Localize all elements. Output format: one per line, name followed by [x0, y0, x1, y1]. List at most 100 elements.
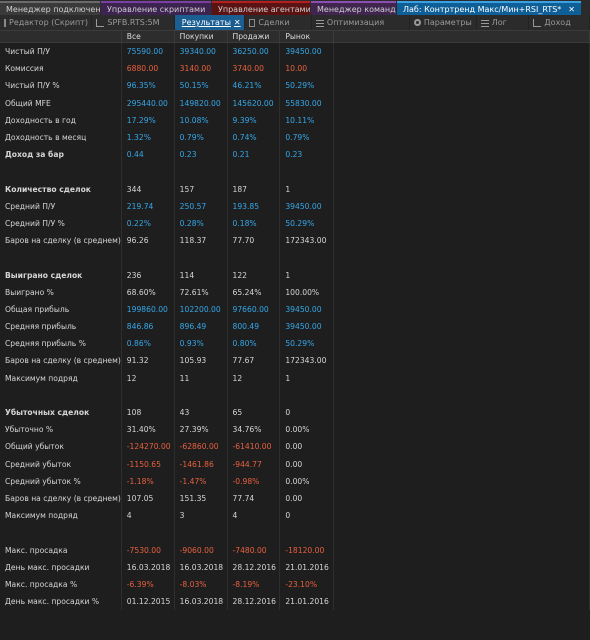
value-cell: 100.00%: [279, 283, 335, 301]
tab-results[interactable]: Результаты ✕: [174, 15, 245, 30]
table-row[interactable]: Максимум подряд 12 11 12 1: [0, 369, 590, 387]
table-row[interactable]: Общий убыток -124270.00 -62860.00 -61410.00…: [0, 438, 590, 456]
column-header-1[interactable]: Все: [121, 31, 175, 43]
value-cell: 39450.00: [279, 42, 335, 61]
table-row[interactable]: Средний П/У 219.74 250.57 193.85 39450.00: [0, 197, 590, 215]
table-row[interactable]: Чистый П/У 75590.00 39340.00 36250.00 39450.…: [0, 42, 590, 61]
close-icon[interactable]: ✕: [234, 15, 241, 30]
value-cell: -944.77: [227, 455, 281, 473]
value-cell: 149820.00: [174, 94, 228, 112]
tab-parameters[interactable]: Параметры: [410, 15, 476, 30]
table-row[interactable]: Чистый П/У % 96.35% 50.15% 46.21% 50.29%: [0, 77, 590, 95]
filler-cell: [333, 369, 590, 387]
table-row[interactable]: Средний убыток -1150.65 -1461.86 -944.77 0.0…: [0, 455, 590, 473]
table-row[interactable]: Количество сделок 344 157 187 1: [0, 180, 590, 198]
table-row[interactable]: Выиграно сделок 236 114 122 1: [0, 266, 590, 284]
empty-cell: [333, 163, 590, 181]
row-label: Средняя прибыль: [0, 318, 122, 336]
table-row[interactable]: Средняя прибыль % 0.86% 0.93% 0.80% 50.29%: [0, 335, 590, 353]
empty-cell: [279, 524, 335, 542]
table-row[interactable]: [0, 524, 590, 542]
empty-cell: [0, 386, 122, 404]
value-cell: 9.39%: [227, 111, 281, 129]
results-table-container[interactable]: Все Покупки Продажи Рынок Чистый П/У 75590.0…: [0, 31, 590, 640]
empty-cell: [279, 249, 335, 267]
table-row[interactable]: Общая прибыль 199860.00 102200.00 97660.00 3…: [0, 300, 590, 318]
value-cell: -62860.00: [174, 438, 228, 456]
column-header-2[interactable]: Покупки: [174, 31, 228, 43]
column-header-4[interactable]: Рынок: [279, 31, 335, 43]
close-icon[interactable]: ✕: [568, 3, 575, 15]
value-cell: 344: [121, 180, 175, 198]
filler-cell: [333, 180, 590, 198]
value-cell: 0.79%: [174, 128, 228, 147]
column-header-3[interactable]: Продажи: [227, 31, 281, 43]
value-cell: 16.03.2018: [121, 558, 175, 576]
row-label: Максимум подряд: [0, 369, 122, 387]
table-row[interactable]: Баров на сделку (в среднем) 91.32 105.93 77…: [0, 352, 590, 370]
table-row[interactable]: Доходность в месяц 1.32% 0.79% 0.74% 0.79%: [0, 128, 590, 147]
empty-cell: [0, 249, 122, 267]
window-tab-0[interactable]: Менеджер подключений: [0, 1, 100, 15]
table-row[interactable]: Макс. просадка -7530.00 -9060.00 -7480.00 -1…: [0, 541, 590, 559]
column-header-filler: [333, 31, 590, 43]
gear-icon: [414, 19, 421, 26]
tab-chart[interactable]: SPFB.RTS:5M: [92, 15, 174, 30]
filler-cell: [333, 232, 590, 250]
row-label: Доходность в месяц: [0, 128, 122, 147]
table-row[interactable]: Средняя прибыль 846.86 896.49 800.49 39450.0…: [0, 318, 590, 336]
table-row[interactable]: Выиграно % 68.60% 72.61% 65.24% 100.00%: [0, 283, 590, 301]
window-tab-4[interactable]: Лаб: Контртренд Макс/Мин+RSI_RTS* ✕: [397, 1, 581, 15]
tab-trades[interactable]: Сделки: [245, 15, 311, 30]
value-cell: 108: [121, 403, 175, 422]
table-row[interactable]: Баров на сделку (в среднем) 96.26 118.37 77…: [0, 232, 590, 250]
filler-cell: [333, 335, 590, 353]
value-cell: 72.61%: [174, 283, 228, 301]
empty-cell: [333, 386, 590, 404]
table-row[interactable]: [0, 163, 590, 181]
table-row[interactable]: Средний П/У % 0.22% 0.28% 0.18% 50.29%: [0, 214, 590, 233]
filler-cell: [333, 60, 590, 78]
value-cell: 0.23: [279, 146, 335, 164]
tab-income[interactable]: Доход: [529, 15, 590, 30]
filler-cell: [333, 593, 590, 611]
column-header-0[interactable]: [0, 31, 122, 43]
value-cell: 250.57: [174, 197, 228, 215]
value-cell: 31.40%: [121, 421, 175, 439]
table-row[interactable]: Доходность в год 17.29% 10.08% 9.39% 10.11%: [0, 111, 590, 129]
value-cell: -23.10%: [279, 575, 335, 593]
value-cell: 10.11%: [279, 111, 335, 129]
sub-tab-label: Лог: [491, 18, 507, 27]
table-row[interactable]: Баров на сделку (в среднем) 107.05 151.35 7…: [0, 489, 590, 508]
value-cell: 36250.00: [227, 42, 281, 61]
value-cell: 39450.00: [279, 300, 335, 318]
table-row[interactable]: [0, 249, 590, 267]
table-row[interactable]: [0, 386, 590, 404]
window-tab-3[interactable]: Менеджер команд: [311, 1, 396, 15]
window-tab-1[interactable]: Управление скриптами: [101, 1, 211, 15]
value-cell: 0: [279, 507, 335, 525]
tab-optimization[interactable]: Оптимизация: [311, 15, 410, 30]
table-row[interactable]: Максимум подряд 4 3 4 0: [0, 507, 590, 525]
value-cell: 21.01.2016: [279, 593, 335, 611]
value-cell: 21.01.2016: [279, 558, 335, 576]
filler-cell: [333, 318, 590, 336]
empty-cell: [174, 386, 228, 404]
value-cell: 16.03.2018: [174, 558, 228, 576]
table-row[interactable]: Макс. просадка % -6.39% -8.03% -8.19% -23.10…: [0, 575, 590, 593]
table-row[interactable]: Убыточно % 31.40% 27.39% 34.76% 0.00%: [0, 421, 590, 439]
value-cell: 157: [174, 180, 228, 198]
table-row[interactable]: Средний убыток % -1.18% -1.47% -0.98% 0.00%: [0, 472, 590, 490]
table-row[interactable]: Убыточных сделок 108 43 65 0: [0, 403, 590, 422]
table-row[interactable]: День макс. просадки % 01.12.2015 16.03.201…: [0, 593, 590, 611]
list-icon: [315, 18, 324, 27]
tab-editor[interactable]: Редактор (Скрипт): [0, 15, 92, 30]
tab-log[interactable]: Лог: [476, 15, 529, 30]
table-row[interactable]: Комиссия 6880.00 3140.00 3740.00 10.00: [0, 60, 590, 78]
value-cell: 17.29%: [121, 111, 175, 129]
table-row[interactable]: День макс. просадки 16.03.2018 16.03.2018 2…: [0, 558, 590, 576]
table-row[interactable]: Общий MFE 295440.00 149820.00 145620.00 5583…: [0, 94, 590, 112]
table-row[interactable]: Доход за бар 0.44 0.23 0.21 0.23: [0, 146, 590, 164]
row-label: Убыточно %: [0, 421, 122, 439]
window-tab-2[interactable]: Управление агентами: [212, 1, 310, 15]
